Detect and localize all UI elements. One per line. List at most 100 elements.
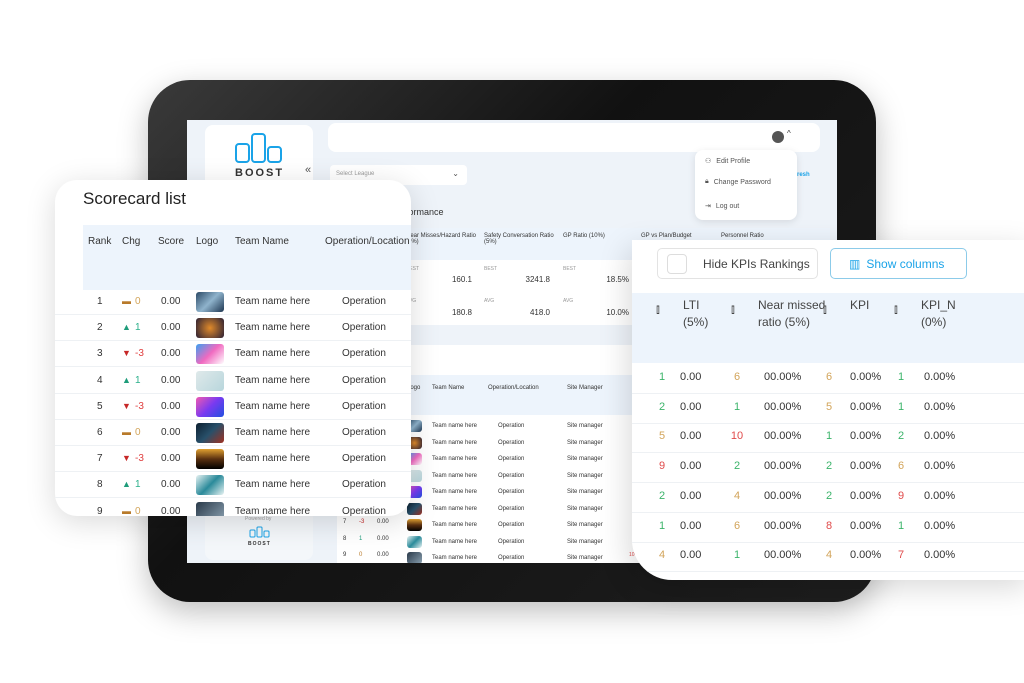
- kpi-column-header: Near Misses/Hazard Ratio (5%): [406, 233, 477, 245]
- operation: Operation: [498, 555, 525, 561]
- brand-name: BOOST: [235, 167, 285, 179]
- operation: Operation: [498, 538, 525, 545]
- collapse-sidebar-icon[interactable]: «: [305, 164, 311, 176]
- col-chg[interactable]: Chg: [122, 236, 140, 247]
- site-manager: Site manager: [567, 456, 603, 462]
- kpi-rank: 9: [658, 460, 666, 473]
- score: 0.00: [161, 400, 181, 412]
- score: 0.00: [161, 505, 181, 516]
- score: 0.00: [377, 519, 389, 525]
- row-divider: [55, 340, 411, 342]
- kpi-column-header[interactable]: Near missed ratio (5%): [758, 297, 828, 331]
- rank: 5: [97, 400, 103, 412]
- team-name[interactable]: Team name here: [235, 479, 310, 490]
- rank: 1: [97, 296, 103, 307]
- kpi-value: 0.00%: [850, 430, 882, 443]
- best-value: 160.1: [451, 275, 472, 284]
- col-logo: Logo: [196, 236, 219, 247]
- operation: Operation: [498, 423, 525, 429]
- change: 1: [359, 535, 363, 542]
- hide-kpis-label: Hide KPIs Rankings: [703, 256, 810, 271]
- team-name[interactable]: Team name here: [235, 453, 310, 464]
- kpi-value: 00.00%: [764, 460, 802, 473]
- kpi-column-header[interactable]: KPI: [850, 297, 895, 314]
- kpi-value: 0.00%: [850, 489, 882, 502]
- change: 0: [135, 296, 141, 307]
- kpi-value: 0.00%: [924, 519, 956, 532]
- team-name: Team name here: [432, 522, 478, 528]
- team-name[interactable]: Team name here: [235, 348, 310, 359]
- rank: 6: [97, 427, 103, 438]
- rank: 7: [343, 519, 347, 525]
- show-columns-button[interactable]: ▥ Show columns: [830, 248, 967, 279]
- kpi-rank: 1: [897, 371, 905, 383]
- site-manager: Site manager: [567, 555, 603, 561]
- kpi-value: 0.00%: [850, 400, 882, 413]
- row-divider: [55, 366, 411, 368]
- team-name: Team name here: [432, 456, 478, 462]
- team-name[interactable]: Team name here: [235, 322, 310, 333]
- kpi-value: 0.00%: [924, 460, 956, 473]
- kpi-column-header[interactable]: KPI_N (0%): [921, 297, 966, 331]
- ranking-icon[interactable]: ⫾: [823, 302, 827, 317]
- ranking-icon[interactable]: ⫾: [894, 302, 898, 317]
- col-operation-location[interactable]: Operation/Location: [325, 236, 410, 247]
- operation: Operation: [498, 472, 525, 479]
- col-rank[interactable]: Rank: [88, 236, 111, 247]
- row-divider: [632, 393, 1024, 394]
- best-value: 18.5%: [606, 275, 629, 284]
- dash-icon: ▬: [122, 427, 131, 437]
- operation: Operation: [498, 522, 525, 528]
- checkbox[interactable]: [667, 253, 687, 274]
- team-name[interactable]: Team name here: [235, 401, 310, 412]
- operation: Operation: [342, 322, 386, 334]
- rank: 4: [97, 374, 103, 386]
- select-league-placeholder: Select League: [336, 171, 375, 177]
- refresh-link[interactable]: resh: [797, 172, 810, 178]
- operation: Operation: [342, 479, 386, 491]
- kpi-column-header[interactable]: LTI (5%): [683, 297, 728, 331]
- kpi-value: 0.00: [680, 400, 702, 413]
- ranking-icon[interactable]: ⫾: [731, 302, 735, 317]
- kpi-value: 0.00%: [924, 430, 956, 443]
- team-name[interactable]: Team name here: [235, 506, 310, 516]
- team-name[interactable]: Team name here: [235, 296, 310, 307]
- avatar[interactable]: [772, 131, 784, 143]
- hide-kpis-rankings-toggle[interactable]: Hide KPIs Rankings: [657, 248, 818, 279]
- columns-icon: ▥: [849, 256, 861, 271]
- kpi-rank: 1: [733, 400, 741, 413]
- operation: Operation: [342, 400, 386, 412]
- arrow-down-icon: ▼: [122, 453, 131, 464]
- col-operation: Operation/Location: [488, 385, 539, 391]
- rank: 2: [97, 322, 103, 334]
- team-name: Team name here: [432, 555, 478, 561]
- team-logo: [196, 370, 224, 391]
- kpi-rank: 1: [658, 371, 666, 383]
- team-name[interactable]: Team name here: [235, 427, 310, 438]
- kpi-value: 0.00: [680, 430, 702, 443]
- rank: 7: [97, 453, 103, 465]
- team-logo: [196, 475, 224, 496]
- site-manager: Site manager: [567, 522, 603, 528]
- col-score[interactable]: Score: [158, 236, 184, 247]
- change: 1: [135, 479, 141, 491]
- col-team-name[interactable]: Team Name: [235, 236, 289, 247]
- row-divider: [55, 497, 411, 499]
- score: 0.00: [161, 427, 181, 438]
- kpi-rank: 5: [825, 400, 833, 413]
- menu-item-log-out[interactable]: ⇥ Log out: [705, 202, 739, 211]
- performance-title: formance: [406, 207, 444, 217]
- menu-item-change-password[interactable]: 🔒︎ Change Password: [705, 178, 771, 186]
- operation: Operation: [342, 505, 386, 516]
- powered-by-brand: BOOST: [248, 541, 271, 547]
- team-name[interactable]: Team name here: [235, 375, 310, 386]
- change: 0: [135, 505, 141, 516]
- site-manager: Site manager: [567, 472, 603, 479]
- kpi-rank: 1: [897, 519, 905, 532]
- menu-item-edit-profile[interactable]: ⚇ Edit Profile: [705, 157, 750, 166]
- row-divider: [55, 445, 411, 446]
- site-manager: Site manager: [567, 505, 603, 512]
- ranking-icon[interactable]: ⫾: [656, 302, 660, 317]
- chevron-up-icon[interactable]: ^: [787, 129, 791, 138]
- score: 0.00: [377, 552, 389, 558]
